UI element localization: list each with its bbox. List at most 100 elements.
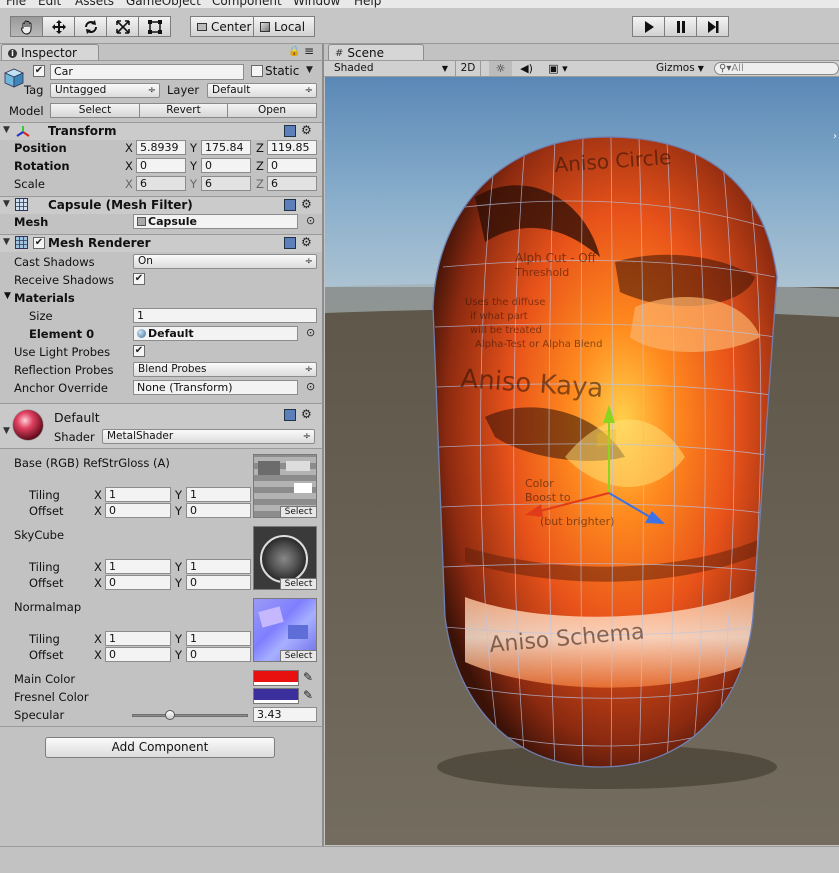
position-z-field[interactable]: 119.85 xyxy=(267,140,317,155)
shading-mode-dropdown[interactable]: Shaded ▼ xyxy=(334,61,450,76)
base-texture-select-button[interactable]: Select xyxy=(280,506,316,517)
model-select-button[interactable]: Select xyxy=(50,103,140,118)
normalmap-select-button[interactable]: Select xyxy=(280,650,316,661)
position-x-field[interactable]: 5.8939 xyxy=(136,140,186,155)
sky-tiling-x-field[interactable]: 1 xyxy=(105,559,171,574)
anchor-override-field[interactable]: None (Transform) xyxy=(133,380,298,395)
mesh-object-field[interactable]: Capsule xyxy=(133,214,298,229)
material-foldout-icon[interactable]: ▼ xyxy=(3,426,10,436)
rotation-y-field[interactable]: 0 xyxy=(201,158,251,173)
model-revert-button[interactable]: Revert xyxy=(139,103,228,118)
static-checkbox[interactable] xyxy=(251,65,263,77)
static-dropdown-icon[interactable]: ▼ xyxy=(306,65,313,75)
move-tool-button[interactable] xyxy=(42,16,75,37)
object-name-field[interactable]: Car xyxy=(50,64,244,80)
tab-scene[interactable]: # Scene xyxy=(328,44,424,61)
object-picker-icon[interactable]: ⊙ xyxy=(306,380,315,393)
menu-gameobject[interactable]: GameObject xyxy=(126,0,201,8)
scene-audio-toggle[interactable]: ◀) xyxy=(515,61,538,76)
normal-tiling-y-field[interactable]: 1 xyxy=(186,631,251,646)
eyedropper-icon[interactable]: ✎ xyxy=(303,670,313,684)
menu-assets[interactable]: Assets xyxy=(75,0,114,8)
active-checkbox[interactable]: ✔ xyxy=(33,65,45,77)
settings-gear-icon[interactable]: ⚙ xyxy=(301,407,312,421)
rotation-x-field[interactable]: 0 xyxy=(136,158,186,173)
settings-gear-icon[interactable]: ⚙ xyxy=(301,123,312,137)
specular-slider-thumb[interactable] xyxy=(165,710,176,720)
mesh-renderer-foldout-icon[interactable]: ▼ xyxy=(3,237,10,247)
mode-2d-toggle[interactable]: 2D xyxy=(455,61,481,76)
sky-offset-y-field[interactable]: 0 xyxy=(186,575,251,590)
element0-material-field[interactable]: Default xyxy=(133,326,298,341)
help-book-icon[interactable] xyxy=(284,125,296,137)
scale-x-field[interactable]: 6 xyxy=(136,176,186,191)
scene-lighting-toggle[interactable]: ☼ xyxy=(489,61,512,76)
help-book-icon[interactable] xyxy=(284,237,296,249)
settings-gear-icon[interactable]: ⚙ xyxy=(301,235,312,249)
rotate-tool-button[interactable] xyxy=(74,16,107,37)
pivot-local-button[interactable]: Local xyxy=(253,16,315,37)
model-open-button[interactable]: Open xyxy=(227,103,317,118)
pivot-center-button[interactable]: Center xyxy=(190,16,254,37)
normal-tiling-x-field[interactable]: 1 xyxy=(105,631,171,646)
skycube-texture-slot[interactable]: Select xyxy=(253,526,317,590)
materials-foldout-icon[interactable]: ▼ xyxy=(4,291,11,301)
eyedropper-icon[interactable]: ✎ xyxy=(303,688,313,702)
base-offset-x-field[interactable]: 0 xyxy=(105,503,171,518)
normal-offset-x-field[interactable]: 0 xyxy=(105,647,171,662)
menu-help[interactable]: Help xyxy=(354,0,381,8)
step-button[interactable] xyxy=(696,16,729,37)
scene-effects-dropdown[interactable]: ▣ ▾ xyxy=(542,61,574,76)
local-cube-icon xyxy=(260,21,270,32)
layer-dropdown[interactable]: Default xyxy=(207,83,317,98)
transform-foldout-icon[interactable]: ▼ xyxy=(3,125,10,135)
normal-offset-y-field[interactable]: 0 xyxy=(186,647,251,662)
base-tiling-x-field[interactable]: 1 xyxy=(105,487,171,502)
settings-gear-icon[interactable]: ⚙ xyxy=(301,197,312,211)
base-texture-slot[interactable]: Select xyxy=(253,454,317,518)
main-color-swatch[interactable] xyxy=(253,670,299,686)
shader-dropdown[interactable]: MetalShader xyxy=(102,429,315,444)
receive-shadows-checkbox[interactable]: ✔ xyxy=(133,273,145,285)
skycube-select-button[interactable]: Select xyxy=(280,578,316,589)
object-picker-icon[interactable]: ⊙ xyxy=(306,214,315,227)
mesh-filter-foldout-icon[interactable]: ▼ xyxy=(3,199,10,209)
cast-shadows-dropdown[interactable]: On xyxy=(133,254,317,269)
gizmos-dropdown[interactable]: Gizmos ▼ xyxy=(656,61,708,76)
sky-tiling-y-field[interactable]: 1 xyxy=(186,559,251,574)
sky-offset-x-field[interactable]: 0 xyxy=(105,575,171,590)
fresnel-color-swatch[interactable] xyxy=(253,688,299,704)
menu-window[interactable]: Window xyxy=(293,0,340,8)
object-picker-icon[interactable]: ⊙ xyxy=(306,326,315,339)
scale-y-field[interactable]: 6 xyxy=(201,176,251,191)
scene-search-input[interactable]: ⚲▾All xyxy=(714,62,839,75)
hand-tool-button[interactable] xyxy=(10,16,43,37)
rect-tool-button[interactable] xyxy=(138,16,171,37)
play-button[interactable] xyxy=(632,16,665,37)
base-tiling-y-field[interactable]: 1 xyxy=(186,487,251,502)
pause-button[interactable] xyxy=(664,16,697,37)
tab-inspector[interactable]: i Inspector xyxy=(1,44,99,61)
specular-value-field[interactable]: 3.43 xyxy=(253,707,317,722)
position-y-field[interactable]: 175.84 xyxy=(201,140,251,155)
rotation-z-field[interactable]: 0 xyxy=(267,158,317,173)
help-book-icon[interactable] xyxy=(284,409,296,421)
scale-z-field[interactable]: 6 xyxy=(267,176,317,191)
base-offset-y-field[interactable]: 0 xyxy=(186,503,251,518)
help-book-icon[interactable] xyxy=(284,199,296,211)
tab-menu-icon[interactable]: ≡ xyxy=(304,44,314,58)
mesh-renderer-enabled-checkbox[interactable]: ✔ xyxy=(33,237,45,249)
menu-file[interactable]: File xyxy=(6,0,26,8)
scale-tool-button[interactable] xyxy=(106,16,139,37)
scene-viewport[interactable]: Aniso Circle Alph Cut - Off Threshold Us… xyxy=(325,77,839,845)
specular-slider-track[interactable] xyxy=(132,714,248,717)
normalmap-texture-slot[interactable]: Select xyxy=(253,598,317,662)
materials-size-field[interactable]: 1 xyxy=(133,308,317,323)
reflection-probes-dropdown[interactable]: Blend Probes xyxy=(133,362,317,377)
tag-dropdown[interactable]: Untagged xyxy=(50,83,160,98)
menu-component[interactable]: Component xyxy=(212,0,282,8)
light-probes-checkbox[interactable]: ✔ xyxy=(133,345,145,357)
menu-edit[interactable]: Edit xyxy=(38,0,61,8)
lock-icon[interactable]: 🔒 xyxy=(288,46,300,57)
add-component-button[interactable]: Add Component xyxy=(45,737,275,758)
